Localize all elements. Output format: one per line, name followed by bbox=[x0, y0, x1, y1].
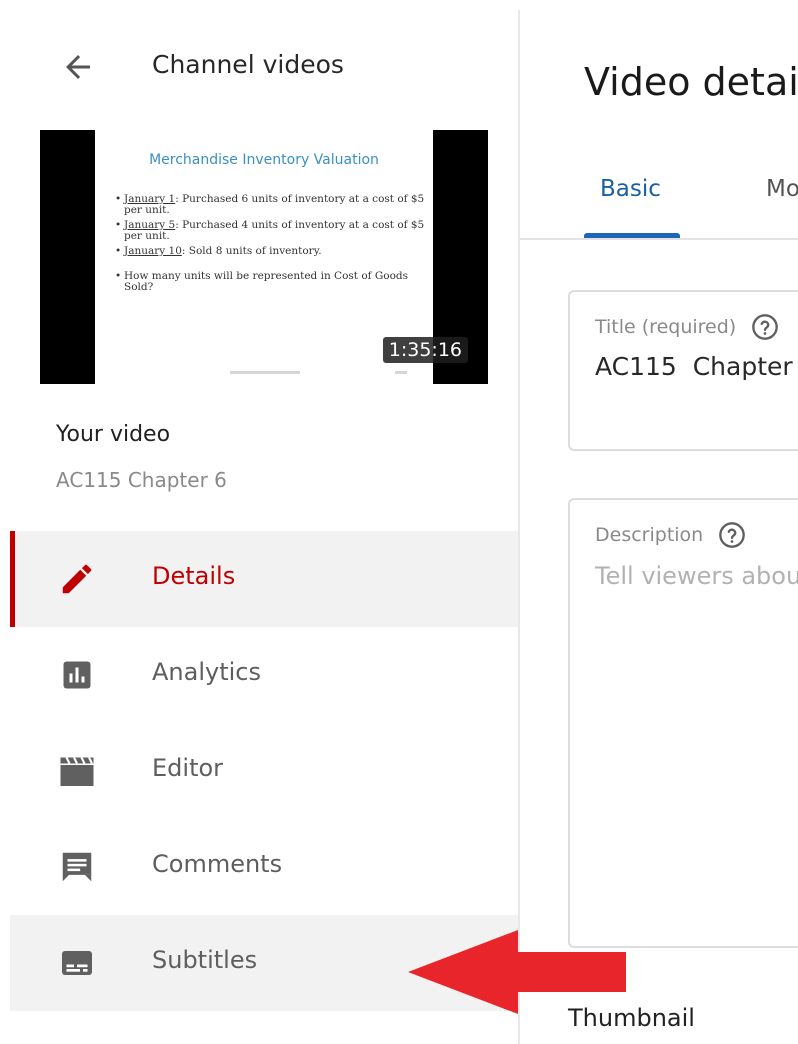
pencil-icon bbox=[56, 559, 98, 599]
help-icon[interactable] bbox=[717, 520, 747, 550]
back-label[interactable]: Channel videos bbox=[152, 50, 344, 79]
slide-footer-mark bbox=[230, 371, 300, 374]
tab-basic[interactable]: Basic bbox=[600, 176, 661, 202]
description-field[interactable]: Description Tell viewers about your vide… bbox=[568, 498, 798, 948]
slide-page-mark bbox=[395, 371, 407, 374]
slide-bullet: January 10: Sold 8 units of inventory. bbox=[115, 246, 425, 258]
description-label-text: Description bbox=[595, 524, 704, 546]
subtitles-icon bbox=[56, 943, 98, 983]
sidebar: Channel videos Merchandise Inventory Val… bbox=[0, 0, 518, 1044]
main-panel: Video details Basic More options Title (… bbox=[520, 0, 798, 1044]
slide-question: How many units will be represented in Co… bbox=[115, 271, 425, 293]
your-video-label: Your video bbox=[56, 422, 171, 447]
sidebar-item-label: Comments bbox=[152, 850, 283, 878]
help-icon[interactable] bbox=[750, 312, 780, 342]
slide-title: Merchandise Inventory Valuation bbox=[149, 152, 379, 168]
video-name: AC115 Chapter 6 bbox=[56, 468, 227, 492]
tab-more-options[interactable]: More options bbox=[766, 176, 798, 202]
video-thumbnail[interactable]: Merchandise Inventory Valuation January … bbox=[40, 130, 488, 384]
description-field-label: Description bbox=[595, 520, 747, 550]
tabs-divider bbox=[520, 238, 798, 240]
slide-bullet: January 5: Purchased 4 units of inventor… bbox=[115, 220, 425, 242]
page-title: Video details bbox=[584, 60, 798, 104]
sidebar-item-label: Analytics bbox=[152, 658, 261, 686]
sidebar-item-editor[interactable]: Editor bbox=[10, 723, 518, 819]
sidebar-item-comments[interactable]: Comments bbox=[10, 819, 518, 915]
title-label-text: Title (required) bbox=[595, 316, 737, 338]
video-details-page: Channel videos Merchandise Inventory Val… bbox=[0, 0, 798, 1044]
analytics-icon bbox=[56, 655, 98, 695]
sidebar-item-label: Details bbox=[152, 562, 236, 590]
slide-bullets: January 1: Purchased 6 units of inventor… bbox=[115, 194, 425, 297]
video-duration-badge: 1:35:16 bbox=[382, 337, 468, 363]
comment-icon bbox=[56, 847, 98, 887]
sidebar-item-analytics[interactable]: Analytics bbox=[10, 627, 518, 723]
sidebar-item-label: Editor bbox=[152, 754, 224, 782]
back-row[interactable] bbox=[60, 44, 96, 90]
annotation-arrow-icon bbox=[408, 930, 626, 1014]
slide-bullet: January 1: Purchased 6 units of inventor… bbox=[115, 194, 425, 216]
title-field[interactable]: Title (required) bbox=[568, 290, 798, 451]
title-field-label: Title (required) bbox=[595, 312, 780, 342]
sidebar-item-label: Subtitles bbox=[152, 946, 258, 974]
description-placeholder[interactable]: Tell viewers about your video bbox=[595, 562, 798, 590]
clapperboard-icon bbox=[56, 751, 98, 791]
title-input[interactable] bbox=[595, 352, 798, 381]
sidebar-item-details[interactable]: Details bbox=[10, 531, 518, 627]
arrow-left-icon[interactable] bbox=[60, 49, 96, 85]
